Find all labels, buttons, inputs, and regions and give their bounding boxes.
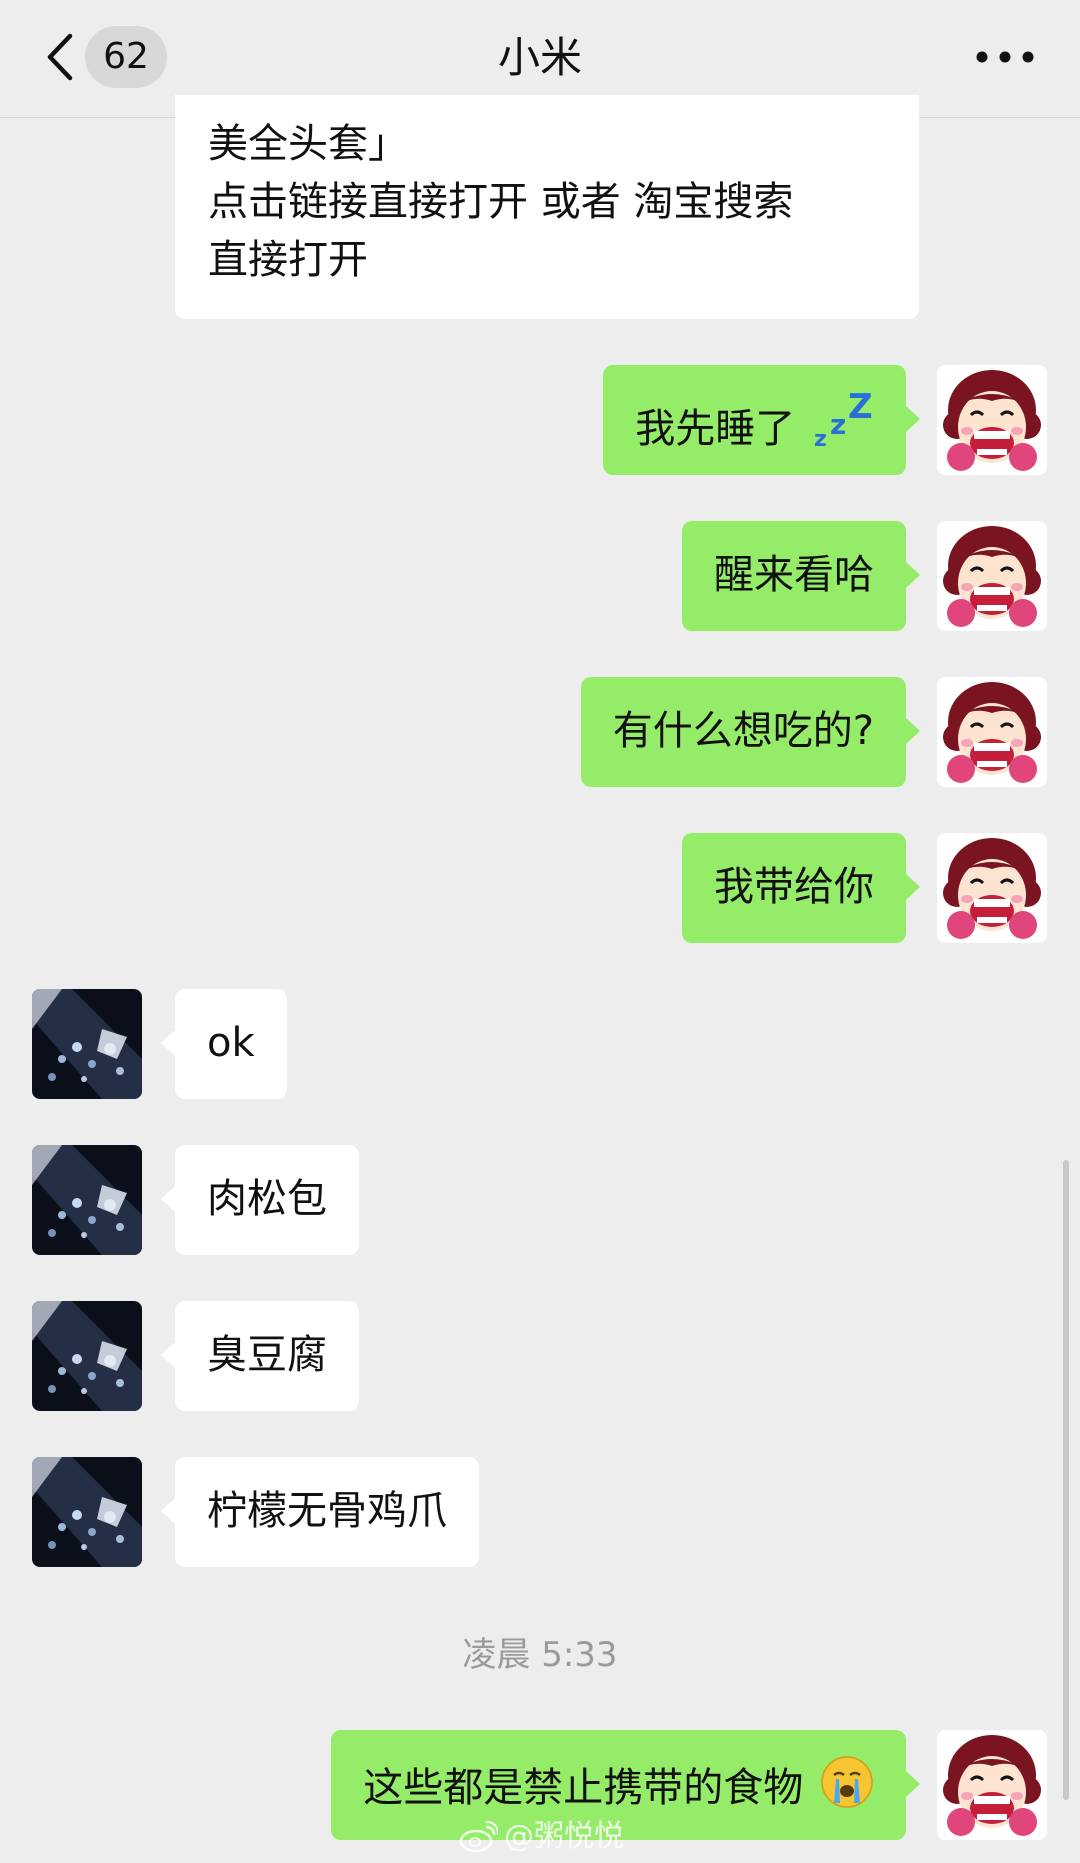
- my-avatar[interactable]: [937, 1730, 1047, 1840]
- message-text: 柠檬无骨鸡爪: [207, 1488, 447, 1534]
- watermark: @粥悦悦: [460, 1817, 660, 1857]
- weibo-logo-icon: [460, 1821, 498, 1853]
- message-bubble-outgoing[interactable]: 我先睡了 z z Z: [603, 365, 920, 475]
- cartoon-face-avatar-icon: [937, 521, 1047, 631]
- message-bubble-incoming[interactable]: 臭豆腐: [161, 1301, 359, 1411]
- concert-photo-avatar-icon: [32, 1145, 142, 1255]
- svg-text:Z: Z: [848, 390, 873, 427]
- svg-text:z: z: [830, 408, 846, 441]
- scrollbar[interactable]: [1063, 1160, 1069, 1800]
- message-bubble-outgoing[interactable]: 有什么想吃的?: [580, 677, 921, 787]
- message-text: 肉松包: [207, 1176, 327, 1222]
- message-bubble-incoming[interactable]: 肉松包: [161, 1145, 359, 1255]
- cartoon-face-avatar-icon: [937, 677, 1047, 787]
- concert-photo-avatar-icon: [32, 989, 142, 1099]
- svg-text:z: z: [814, 427, 827, 450]
- message-line: 美全头套」: [208, 121, 408, 167]
- unread-count-badge: 62: [85, 26, 167, 88]
- my-avatar[interactable]: [937, 365, 1047, 475]
- message-text: 我先睡了: [635, 406, 796, 452]
- message-text: 臭豆腐: [207, 1332, 327, 1378]
- message-bubble-incoming[interactable]: ok: [161, 989, 287, 1099]
- my-avatar[interactable]: [937, 521, 1047, 631]
- message-text: 醒来看哈: [714, 552, 874, 598]
- back-button[interactable]: 62: [30, 22, 180, 92]
- watermark-text: @粥悦悦: [504, 1819, 624, 1854]
- concert-photo-avatar-icon: [32, 1457, 142, 1567]
- chat-screen: 62 小米 美全头套」 点击链接直接打开 或者 淘宝搜索 直接打开 我先睡了 z…: [0, 0, 1080, 1863]
- message-text: 我带给你: [714, 864, 874, 910]
- cartoon-face-avatar-icon: [937, 833, 1047, 943]
- cartoon-face-avatar-icon: [937, 1730, 1047, 1840]
- message-bubble-incoming[interactable]: 美全头套」 点击链接直接打开 或者 淘宝搜索 直接打开: [175, 95, 919, 319]
- zzz-sleep-emoji: z z Z: [814, 390, 873, 450]
- chevron-left-icon: [47, 33, 73, 81]
- message-bubble-outgoing[interactable]: 醒来看哈: [682, 521, 920, 631]
- message-line: 点击链接直接打开 或者 淘宝搜索: [208, 179, 794, 225]
- cartoon-face-avatar-icon: [937, 365, 1047, 475]
- message-bubble-incoming[interactable]: 柠檬无骨鸡爪: [161, 1457, 479, 1567]
- more-dots-icon[interactable]: [970, 34, 1040, 80]
- contact-avatar[interactable]: [32, 1301, 142, 1411]
- message-line: 直接打开: [208, 237, 368, 283]
- concert-photo-avatar-icon: [32, 1301, 142, 1411]
- contact-avatar[interactable]: [32, 1457, 142, 1567]
- message-text: 这些都是禁止携带的食物: [363, 1765, 804, 1811]
- my-avatar[interactable]: [937, 677, 1047, 787]
- message-text: ok: [207, 1020, 255, 1066]
- chat-title: 小米: [497, 33, 582, 82]
- message-bubble-outgoing[interactable]: 我带给你: [682, 833, 920, 943]
- crying-face-emoji: [821, 1756, 873, 1808]
- message-text: 有什么想吃的?: [612, 708, 874, 754]
- contact-avatar[interactable]: [32, 989, 142, 1099]
- message-timestamp: 凌晨 5:33: [462, 1635, 618, 1675]
- contact-avatar[interactable]: [32, 1145, 142, 1255]
- my-avatar[interactable]: [937, 833, 1047, 943]
